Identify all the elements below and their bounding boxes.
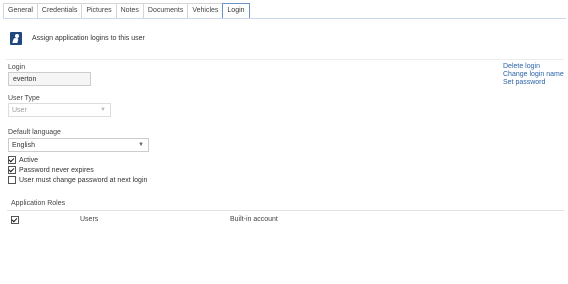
tab-vehicles[interactable]: Vehicles — [187, 3, 223, 19]
change-login-name-link[interactable]: Change login name — [503, 71, 564, 79]
divider — [7, 210, 564, 211]
tab-documents[interactable]: Documents — [142, 3, 188, 19]
default-language-value: English — [12, 142, 35, 149]
set-password-link[interactable]: Set password — [503, 79, 564, 87]
tab-general[interactable]: General — [3, 3, 37, 19]
user-type-value: User — [12, 107, 27, 114]
chevron-down-icon: ▼ — [138, 142, 144, 148]
checkbox-icon — [8, 156, 16, 164]
must-change-password-label: User must change password at next login — [19, 176, 148, 184]
tab-underline — [3, 18, 566, 19]
tab-login[interactable]: Login — [222, 3, 250, 19]
tab-pictures[interactable]: Pictures — [81, 3, 116, 19]
checkbox-icon — [11, 216, 19, 224]
delete-login-link[interactable]: Delete login — [503, 63, 564, 71]
divider — [6, 59, 564, 60]
active-checkbox[interactable]: Active — [8, 156, 38, 164]
login-label: Login — [8, 64, 26, 71]
login-actions: Delete login Change login name Set passw… — [503, 63, 564, 87]
password-never-expires-label: Password never expires — [19, 166, 94, 174]
role-description: Built-in account — [230, 216, 278, 223]
user-login-icon — [10, 32, 22, 45]
active-label: Active — [19, 156, 39, 164]
intro-text: Assign application logins to this user — [32, 35, 145, 42]
role-checkbox[interactable] — [11, 216, 22, 226]
password-never-expires-checkbox[interactable]: Password never expires — [8, 166, 94, 174]
tab-bar: General Credentials Pictures Notes Docum… — [3, 3, 250, 19]
application-roles-title: Application Roles — [11, 200, 66, 207]
login-field[interactable]: everton — [8, 72, 91, 86]
checkbox-icon — [8, 166, 16, 174]
must-change-password-checkbox[interactable]: User must change password at next login — [8, 176, 147, 184]
default-language-select[interactable]: English ▼ — [8, 138, 149, 152]
tab-notes[interactable]: Notes — [115, 3, 143, 19]
role-name: Users — [80, 216, 99, 223]
user-type-label: User Type — [8, 95, 40, 102]
user-type-select[interactable]: User ▼ — [8, 103, 111, 117]
default-language-label: Default language — [8, 129, 61, 136]
chevron-down-icon: ▼ — [100, 107, 106, 113]
table-row: Users Built-in account — [0, 215, 568, 227]
checkbox-icon — [8, 176, 16, 184]
tab-credentials[interactable]: Credentials — [36, 3, 82, 19]
